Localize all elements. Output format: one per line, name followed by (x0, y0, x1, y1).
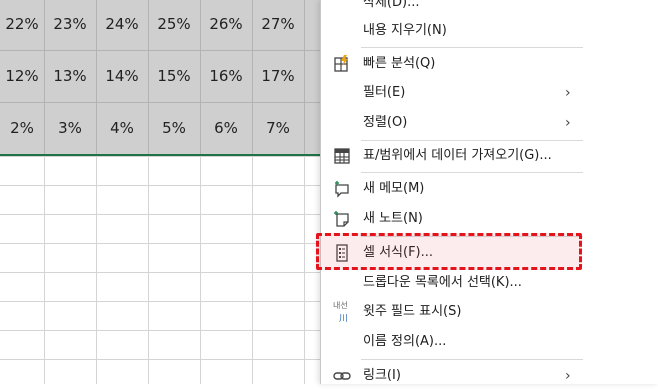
menu-separator (361, 359, 583, 360)
menu-item-label: 내용 지우기(N) (363, 23, 447, 38)
menu-item-get-data-from-table[interactable]: 표/범위에서 데이터 가져오기(G)... (321, 141, 658, 171)
menu-item-label: 표/범위에서 데이터 가져오기(G)... (363, 148, 552, 163)
cell[interactable]: 22% (0, 9, 44, 39)
table-icon (333, 147, 351, 165)
cell[interactable]: 23% (44, 9, 96, 39)
menu-item-label: 새 메모(M) (363, 181, 425, 196)
menu-item-clear-contents[interactable]: 내용 지우기(N) (321, 16, 658, 46)
cell[interactable]: 16% (200, 61, 252, 91)
menu-item-label: 윗주 필드 표시(S) (363, 304, 462, 319)
menu-item-label: 링크(I) (363, 368, 401, 383)
menu-item-label: 필터(E) (363, 85, 406, 100)
format-cells-highlight-box (316, 233, 582, 270)
phonetic-icon-text: 내선 (333, 301, 348, 310)
selected-range[interactable]: 22% 23% 24% 25% 26% 27% 12% 13% 14% 15% … (0, 0, 330, 156)
menu-item-label: 빠른 분석(Q) (363, 56, 436, 71)
menu-item-label: 정렬(O) (363, 115, 408, 130)
chevron-right-icon: › (565, 85, 571, 101)
new-note-icon (333, 210, 351, 228)
cell[interactable]: 14% (96, 61, 148, 91)
cell[interactable]: 26% (200, 9, 252, 39)
cell[interactable]: 24% (96, 9, 148, 39)
cell[interactable]: 12% (0, 61, 44, 91)
cell[interactable]: 13% (44, 61, 96, 91)
menu-item-label: 이름 정의(A)... (363, 334, 447, 349)
link-icon (333, 367, 351, 385)
context-menu: 삭제(D)... 내용 지우기(N) 빠른 분석(Q) 필터(E) › 정렬(O… (320, 0, 658, 384)
menu-item-define-name[interactable]: 이름 정의(A)... (321, 327, 658, 357)
cell[interactable]: 25% (148, 9, 200, 39)
menu-separator (361, 47, 583, 48)
menu-item-sort[interactable]: 정렬(O) › (321, 108, 658, 138)
phonetic-icon-subtext: 川 (339, 314, 349, 324)
chevron-right-icon: › (565, 368, 571, 384)
cell[interactable]: 7% (252, 113, 304, 143)
cell[interactable]: 27% (252, 9, 304, 39)
cell[interactable]: 4% (96, 113, 148, 143)
cell[interactable]: 3% (44, 113, 96, 143)
menu-item-label: 새 노트(N) (363, 211, 423, 226)
new-comment-icon (333, 180, 351, 198)
quick-analysis-icon (333, 55, 351, 73)
phonetic-icon: 내선 川 (333, 301, 351, 324)
menu-item-filter[interactable]: 필터(E) › (321, 78, 658, 108)
menu-item-quick-analysis[interactable]: 빠른 분석(Q) (321, 49, 658, 79)
menu-item-label: 드롭다운 목록에서 선택(K)... (363, 275, 522, 290)
menu-item-pick-from-dropdown[interactable]: 드롭다운 목록에서 선택(K)... (321, 268, 658, 298)
cell[interactable]: 17% (252, 61, 304, 91)
cell[interactable]: 5% (148, 113, 200, 143)
menu-item-new-note[interactable]: 새 노트(N) (321, 204, 658, 234)
cell[interactable]: 2% (0, 113, 44, 143)
menu-item-link[interactable]: 링크(I) › (321, 361, 658, 391)
menu-item-new-comment[interactable]: 새 메모(M) (321, 174, 658, 204)
cell[interactable]: 15% (148, 61, 200, 91)
cell[interactable]: 6% (200, 113, 252, 143)
menu-item-show-phonetic-field[interactable]: 내선 川 윗주 필드 표시(S) (321, 297, 658, 327)
menu-separator (361, 172, 583, 173)
chevron-right-icon: › (565, 115, 571, 131)
